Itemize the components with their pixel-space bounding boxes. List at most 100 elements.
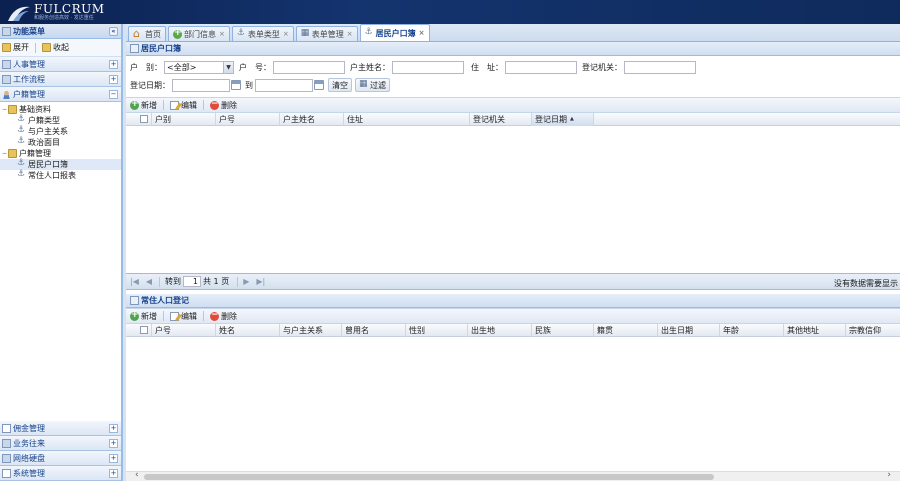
column-header[interactable]: 姓名	[216, 323, 280, 337]
column-header[interactable]: 户主姓名	[280, 112, 344, 126]
business-icon	[2, 438, 11, 448]
column-header[interactable]: 年龄	[720, 323, 784, 337]
column-header[interactable]: 户号	[216, 112, 280, 126]
anchor-icon	[17, 169, 26, 180]
edit-household-button[interactable]: 编辑	[170, 100, 197, 111]
address-label: 住 址：	[471, 62, 503, 72]
tab-form-type[interactable]: 表单类型 ×	[231, 26, 294, 41]
accordion-netdisk[interactable]: 网络硬盘 +	[0, 451, 121, 466]
number-label: 户 号：	[239, 62, 271, 72]
calendar-icon[interactable]	[231, 80, 241, 90]
main-content: 首页 部门信息 × 表单类型 × 表单管理 × 居民户口簿 × 居民户口簿 户 …	[126, 24, 900, 481]
calendar-icon[interactable]	[314, 80, 324, 90]
sidebar-title-bar: 功能菜单 «	[0, 24, 121, 39]
home-icon	[133, 27, 143, 40]
horizontal-scrollbar[interactable]: ‹ ›	[126, 470, 900, 481]
tab-form-management[interactable]: 表单管理 ×	[295, 26, 358, 41]
accordion-toggle[interactable]: +	[109, 424, 118, 433]
personnel-icon	[2, 59, 11, 69]
accordion-household[interactable]: 户籍管理 −	[0, 87, 121, 102]
select-all-checkbox[interactable]	[140, 115, 148, 123]
accordion-commission[interactable]: 佣金管理 +	[0, 421, 121, 436]
column-header[interactable]: 性别	[406, 323, 468, 337]
bottom-accordions: 佣金管理 + 业务往来 + 网络硬盘 + 系统管理 +	[0, 421, 121, 481]
menu-tree: − 基础资料 户籍类型 与户主关系 政治面目 − 户籍管理 居民户口簿 常住人口…	[0, 102, 121, 181]
resident-panel-header: 常住人口登记	[126, 294, 900, 308]
accordion-toggle[interactable]: +	[109, 469, 118, 478]
date-from-input[interactable]	[172, 78, 230, 92]
column-header[interactable]: 出生日期	[658, 323, 720, 337]
sidebar-collapse-button[interactable]: «	[109, 27, 118, 36]
tree-node-political-status[interactable]: 政治面目	[0, 136, 121, 148]
accordion-personnel[interactable]: 人事管理 +	[0, 57, 121, 72]
sidebar-tools: 展开 收起	[0, 39, 121, 57]
column-header[interactable]: 民族	[532, 323, 594, 337]
column-header[interactable]: 与户主关系	[280, 323, 342, 337]
tree-node-label: 常住人口报表	[28, 171, 76, 180]
delete-label: 删除	[221, 100, 237, 110]
add-household-button[interactable]: 新增	[130, 99, 157, 111]
expand-all-button[interactable]: 展开	[2, 42, 29, 53]
household-number-input[interactable]	[273, 60, 345, 74]
owner-name-input[interactable]	[392, 60, 464, 74]
select-all-checkbox[interactable]	[140, 326, 148, 334]
logo-subtitle: 和服务创造高效 · 发达重任	[34, 15, 94, 21]
scroll-left-icon[interactable]: ‹	[135, 470, 139, 480]
next-page-icon[interactable]: ▶	[243, 277, 249, 286]
tab-department[interactable]: 部门信息 ×	[168, 26, 230, 41]
scrollbar-thumb[interactable]	[144, 474, 714, 480]
authority-input[interactable]	[624, 60, 696, 74]
column-header[interactable]: 籍贯	[594, 323, 658, 337]
accordion-toggle[interactable]: +	[109, 454, 118, 463]
tab-close-icon[interactable]: ×	[219, 30, 225, 38]
column-header[interactable]: 其他地址	[784, 323, 846, 337]
first-page-icon[interactable]: |◀	[130, 277, 139, 286]
tab-label: 首页	[145, 29, 161, 39]
household-type-select[interactable]: <全部> ▼	[164, 60, 234, 74]
tree-node-label: 户籍类型	[28, 116, 60, 125]
edit-label: 编辑	[181, 311, 197, 321]
panel-icon	[130, 296, 139, 305]
delete-household-button[interactable]: 删除	[210, 99, 237, 111]
filter-button[interactable]: 过滤	[355, 78, 390, 92]
edit-resident-button[interactable]: 编辑	[170, 311, 197, 322]
accordion-business[interactable]: 业务往来 +	[0, 436, 121, 451]
chevron-down-icon[interactable]: ▼	[223, 61, 233, 73]
table-icon	[301, 28, 310, 39]
add-resident-button[interactable]: 新增	[130, 310, 157, 322]
accordion-workflow[interactable]: 工作流程 +	[0, 72, 121, 87]
delete-resident-button[interactable]: 删除	[210, 310, 237, 322]
accordion-toggle[interactable]: +	[109, 60, 118, 69]
prev-page-icon[interactable]: ◀	[146, 277, 152, 286]
tab-close-icon[interactable]: ×	[419, 29, 425, 37]
clear-button[interactable]: 清空	[328, 78, 352, 92]
date-to-input[interactable]	[255, 78, 313, 92]
column-header[interactable]: 户别	[152, 112, 216, 126]
delete-icon	[210, 310, 219, 321]
tab-close-icon[interactable]: ×	[347, 30, 353, 38]
address-input[interactable]	[505, 60, 577, 74]
delete-icon	[210, 99, 219, 110]
tab-close-icon[interactable]: ×	[283, 30, 289, 38]
column-header[interactable]: 出生地	[468, 323, 532, 337]
column-header-sorted[interactable]: 登记日期 ▲	[532, 112, 594, 126]
edit-label: 编辑	[181, 100, 197, 110]
toolbar-separator	[203, 100, 204, 110]
column-header[interactable]: 户号	[152, 323, 216, 337]
accordion-toggle[interactable]: −	[109, 90, 118, 99]
last-page-icon[interactable]: ▶|	[256, 277, 265, 286]
column-header[interactable]: 登记机关	[470, 112, 532, 126]
collapse-all-button[interactable]: 收起	[42, 42, 69, 53]
page-number-input[interactable]: 1	[183, 276, 202, 287]
column-header[interactable]: 曾用名	[342, 323, 406, 337]
folder-icon	[8, 105, 17, 114]
scroll-right-icon[interactable]: ›	[887, 470, 891, 480]
tree-node-resident-report[interactable]: 常住人口报表	[0, 169, 121, 181]
tab-resident-register[interactable]: 居民户口簿 ×	[359, 24, 430, 41]
column-header[interactable]: 宗教信仰	[846, 324, 900, 337]
accordion-system[interactable]: 系统管理 +	[0, 466, 121, 481]
accordion-toggle[interactable]: +	[109, 75, 118, 84]
tab-home[interactable]: 首页	[128, 26, 166, 41]
column-header[interactable]: 住址	[344, 112, 470, 126]
accordion-toggle[interactable]: +	[109, 439, 118, 448]
